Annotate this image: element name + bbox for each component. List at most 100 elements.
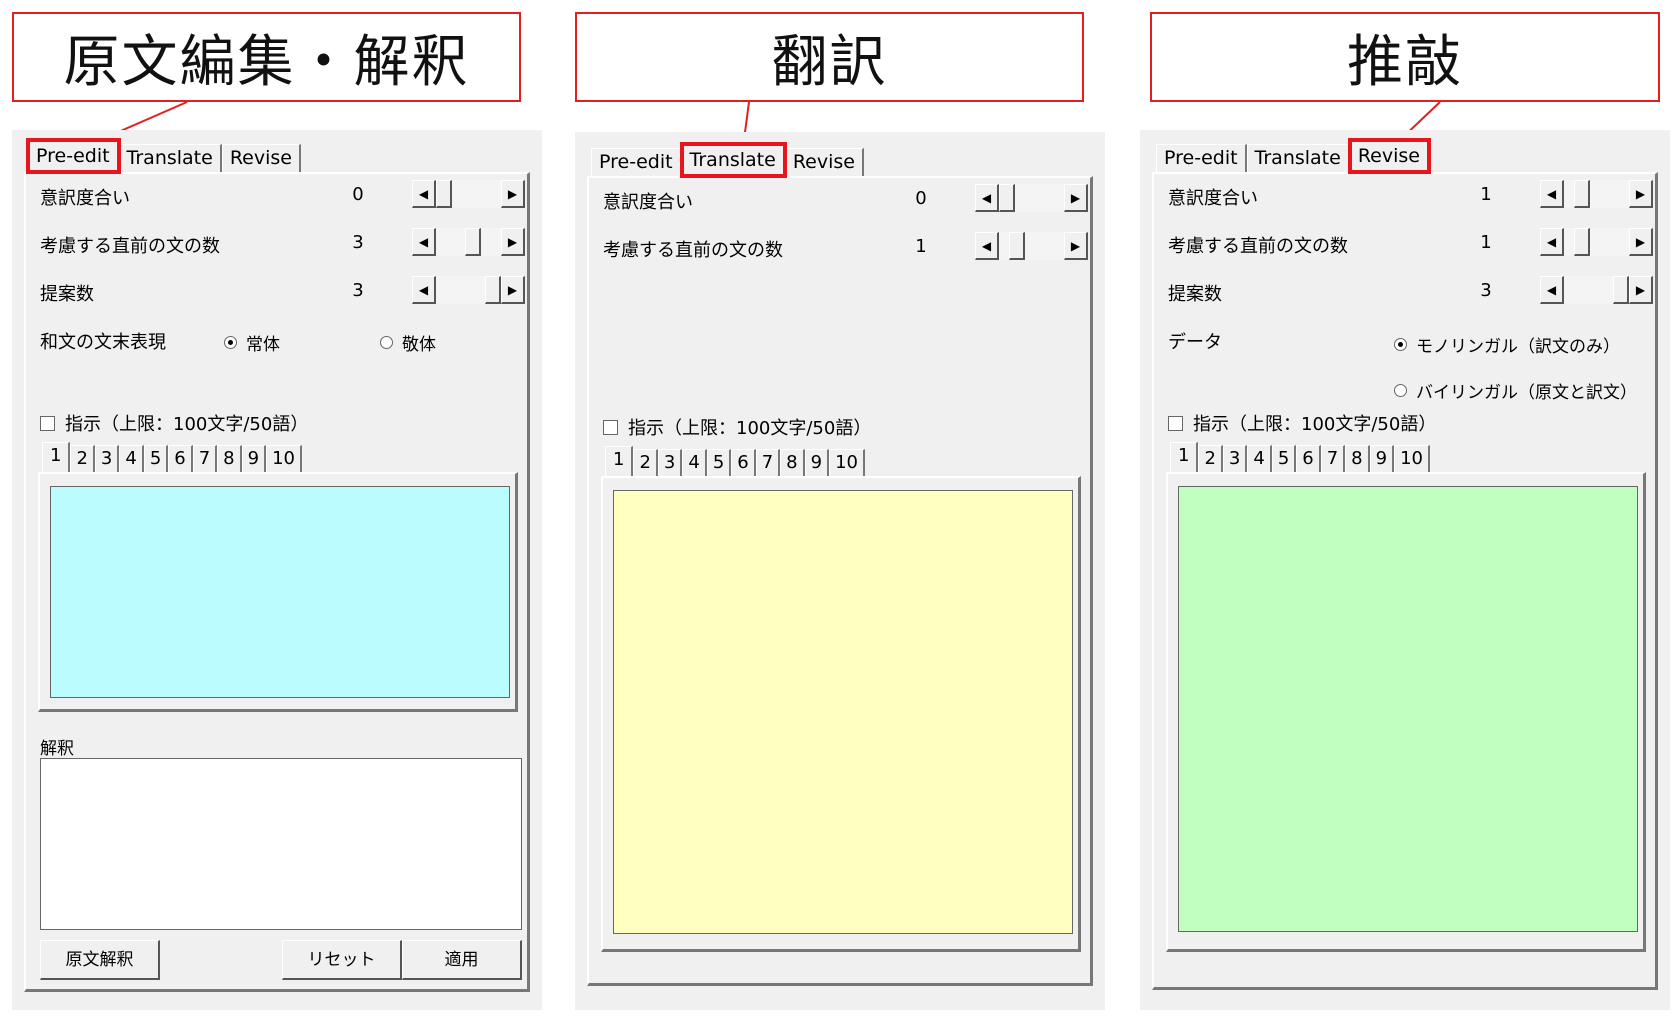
instruction-checkbox[interactable]: 指示（上限：100文字/50語） xyxy=(40,410,308,436)
number-tab[interactable]: 4 xyxy=(119,445,144,472)
data-label: データ xyxy=(1168,332,1222,353)
number-tab[interactable]: 7 xyxy=(192,445,218,472)
radio-unselected-icon xyxy=(380,336,393,349)
freedom-slider[interactable]: ◀ ▶ xyxy=(975,184,1088,212)
scroll-right-icon[interactable]: ▶ xyxy=(501,276,525,304)
tab-translate[interactable]: Translate xyxy=(1246,144,1350,172)
number-tab[interactable]: 3 xyxy=(657,449,683,476)
slider-thumb[interactable] xyxy=(436,180,452,208)
scroll-right-icon[interactable]: ▶ xyxy=(1629,180,1653,208)
context-slider[interactable]: ◀ ▶ xyxy=(412,228,525,256)
number-tab[interactable]: 5 xyxy=(1271,445,1297,472)
number-tab[interactable]: 2 xyxy=(70,445,95,472)
number-tab[interactable]: 10 xyxy=(829,449,865,476)
radio-polite-form[interactable]: 敬体 xyxy=(380,330,436,355)
scroll-left-icon[interactable]: ◀ xyxy=(975,184,999,212)
number-tab[interactable]: 1 xyxy=(42,442,71,472)
number-tab[interactable]: 5 xyxy=(143,445,169,472)
reset-button[interactable]: リセット xyxy=(282,940,402,980)
number-tab[interactable]: 8 xyxy=(217,445,242,472)
radio-unselected-icon xyxy=(1394,384,1407,397)
freedom-label: 意訳度合い xyxy=(40,188,130,209)
scroll-right-icon[interactable]: ▶ xyxy=(501,228,525,256)
radio-plain-label: 常体 xyxy=(246,335,280,355)
tab-translate[interactable]: Translate xyxy=(679,142,787,178)
freedom-slider[interactable]: ◀ ▶ xyxy=(1540,180,1653,208)
callout-revise: 推敲 xyxy=(1150,12,1660,102)
scroll-right-icon[interactable]: ▶ xyxy=(1064,184,1088,212)
number-tab[interactable]: 6 xyxy=(1296,445,1321,472)
number-tab[interactable]: 3 xyxy=(94,445,120,472)
tab-revise[interactable]: Revise xyxy=(221,144,301,172)
instruction-checkbox[interactable]: 指示（上限：100文字/50語） xyxy=(603,414,871,440)
callout-translate: 翻訳 xyxy=(575,12,1084,102)
scroll-right-icon[interactable]: ▶ xyxy=(501,180,525,208)
tab-pre-edit[interactable]: Pre-edit xyxy=(26,138,121,174)
tab-revise[interactable]: Revise xyxy=(784,148,864,176)
scroll-left-icon[interactable]: ◀ xyxy=(412,228,436,256)
slider-thumb[interactable] xyxy=(1008,232,1025,260)
instruction-checkbox[interactable]: 指示（上限：100文字/50語） xyxy=(1168,410,1436,436)
number-tab[interactable]: 2 xyxy=(633,449,658,476)
proposals-slider[interactable]: ◀ ▶ xyxy=(412,276,525,304)
context-slider[interactable]: ◀ ▶ xyxy=(1540,228,1653,256)
proposals-slider[interactable]: ◀ ▶ xyxy=(1540,276,1653,304)
slider-thumb[interactable] xyxy=(1613,276,1629,304)
freedom-value: 0 xyxy=(915,188,927,209)
instruction-editor[interactable] xyxy=(613,490,1073,934)
number-tab[interactable]: 4 xyxy=(682,449,707,476)
scroll-left-icon[interactable]: ◀ xyxy=(1540,180,1564,208)
slider-thumb[interactable] xyxy=(999,184,1015,212)
number-tab[interactable]: 10 xyxy=(1394,445,1430,472)
tab-translate[interactable]: Translate xyxy=(118,144,222,172)
preedit-panel: Pre-edit Translate Revise 意訳度合い 0 ◀ ▶ 考慮… xyxy=(12,130,542,1010)
ending-label: 和文の文末表現 xyxy=(40,332,166,353)
interpretation-textarea[interactable] xyxy=(40,758,522,930)
number-tab[interactable]: 10 xyxy=(266,445,302,472)
number-tab[interactable]: 1 xyxy=(605,446,634,476)
instruction-editor[interactable] xyxy=(1178,486,1638,932)
scroll-left-icon[interactable]: ◀ xyxy=(1540,228,1564,256)
instruction-tab-page xyxy=(601,476,1081,952)
slider-thumb[interactable] xyxy=(465,228,482,256)
number-tab[interactable]: 2 xyxy=(1198,445,1223,472)
number-tab[interactable]: 9 xyxy=(1369,445,1395,472)
apply-button[interactable]: 適用 xyxy=(402,940,522,980)
freedom-slider[interactable]: ◀ ▶ xyxy=(412,180,525,208)
checkbox-icon xyxy=(603,419,618,435)
radio-plain-form[interactable]: 常体 xyxy=(224,330,280,355)
scroll-left-icon[interactable]: ◀ xyxy=(975,232,999,260)
number-tab[interactable]: 5 xyxy=(706,449,732,476)
number-tab[interactable]: 6 xyxy=(168,445,193,472)
number-tab[interactable]: 8 xyxy=(780,449,805,476)
scroll-left-icon[interactable]: ◀ xyxy=(412,276,436,304)
number-tab[interactable]: 1 xyxy=(1170,442,1199,472)
proposals-value: 3 xyxy=(1480,280,1492,301)
context-slider[interactable]: ◀ ▶ xyxy=(975,232,1088,260)
number-tab[interactable]: 7 xyxy=(1320,445,1346,472)
instruction-editor[interactable] xyxy=(50,486,510,698)
number-tab[interactable]: 6 xyxy=(731,449,756,476)
number-tab[interactable]: 8 xyxy=(1345,445,1370,472)
number-tab[interactable]: 3 xyxy=(1222,445,1248,472)
tab-revise[interactable]: Revise xyxy=(1347,138,1431,174)
scroll-left-icon[interactable]: ◀ xyxy=(412,180,436,208)
scroll-right-icon[interactable]: ▶ xyxy=(1629,228,1653,256)
freedom-value: 1 xyxy=(1480,184,1492,205)
scroll-right-icon[interactable]: ▶ xyxy=(1064,232,1088,260)
tab-pre-edit[interactable]: Pre-edit xyxy=(1156,144,1247,172)
number-tab[interactable]: 9 xyxy=(804,449,830,476)
scroll-right-icon[interactable]: ▶ xyxy=(1629,276,1653,304)
interpret-button[interactable]: 原文解釈 xyxy=(40,940,160,980)
number-tab[interactable]: 7 xyxy=(755,449,781,476)
slider-thumb[interactable] xyxy=(485,276,501,304)
number-tab[interactable]: 9 xyxy=(241,445,267,472)
radio-bilingual[interactable]: バイリンガル（原文と訳文） xyxy=(1394,378,1637,403)
scroll-left-icon[interactable]: ◀ xyxy=(1540,276,1564,304)
tab-pre-edit[interactable]: Pre-edit xyxy=(591,148,682,176)
slider-thumb[interactable] xyxy=(1573,228,1590,256)
number-tab[interactable]: 4 xyxy=(1247,445,1272,472)
slider-thumb[interactable] xyxy=(1573,180,1590,208)
freedom-label: 意訳度合い xyxy=(603,192,693,213)
radio-monolingual[interactable]: モノリンガル（訳文のみ） xyxy=(1394,332,1620,357)
